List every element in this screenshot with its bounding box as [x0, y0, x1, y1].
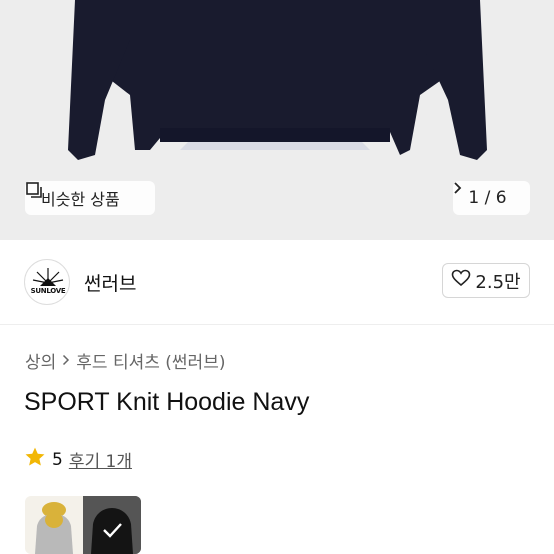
breadcrumb: 상의 후드 티셔츠 (썬러브) [25, 348, 225, 373]
product-title: SPORT Knit Hoodie Navy [24, 388, 310, 416]
rating-row: 5 후기 1개 [24, 446, 132, 473]
rating-value: 5 [52, 449, 63, 470]
brand-row[interactable]: SUNLOVE 썬러브 2.5만 [0, 240, 554, 325]
like-count: 2.5만 [475, 271, 521, 293]
star-icon [24, 446, 46, 473]
thumbnail-black-hoodie[interactable] [83, 496, 141, 554]
brand-logo-text: SUNLOVE [30, 287, 66, 295]
black-hoodie-image [83, 496, 141, 554]
brand-name[interactable]: 썬러브 [84, 269, 136, 296]
color-thumbnails [25, 496, 141, 554]
breadcrumb-subcategory[interactable]: 후드 티셔츠 (썬러브) [76, 348, 225, 373]
like-button[interactable]: 2.5만 [442, 263, 530, 298]
product-image-carousel[interactable]: 비슷한 상품 1 / 6 [0, 0, 554, 240]
similar-products-label: 비슷한 상품 [41, 190, 120, 209]
sun-logo-icon [32, 268, 64, 286]
similar-products-button[interactable]: 비슷한 상품 [25, 181, 155, 215]
thumbnail-grey-hoodie[interactable] [25, 496, 83, 554]
brand-logo[interactable]: SUNLOVE [24, 259, 70, 305]
grey-hoodie-image [35, 502, 73, 554]
image-counter: 1 / 6 [468, 188, 507, 208]
chevron-right-icon [62, 351, 70, 371]
review-link[interactable]: 후기 1개 [69, 447, 132, 472]
breadcrumb-category[interactable]: 상의 [25, 348, 56, 373]
heart-icon [451, 269, 471, 292]
image-counter-button[interactable]: 1 / 6 [453, 181, 530, 215]
